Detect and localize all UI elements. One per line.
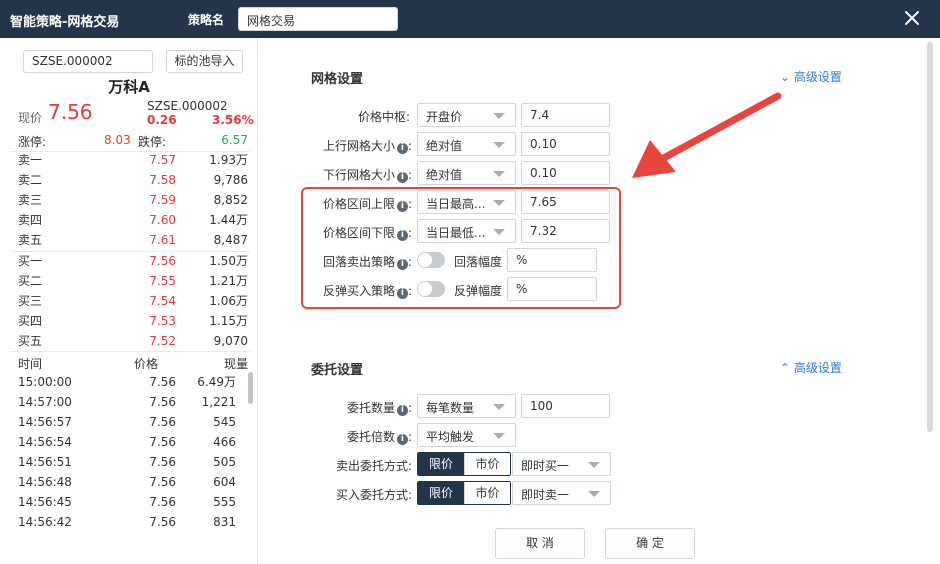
settings-scrollbar[interactable] xyxy=(927,42,933,432)
down-grid-size-select[interactable]: 绝对值 xyxy=(417,161,516,185)
bid-list: 买一 7.56 1.50万 买二 7.55 1.21万 买三 7.54 1.06万 买四 7.… xyxy=(18,251,250,351)
quote-panel: SZSE.000002 标的池导入 万科A 现价 7.56 SZSE.00000… xyxy=(0,38,258,564)
info-icon: i xyxy=(396,172,408,183)
price-change-pct: 3.56% xyxy=(212,113,254,127)
tick-row: 14:56:54 7.56 466 xyxy=(18,435,236,449)
price-center-select[interactable]: 开盘价 xyxy=(417,103,516,127)
limit-up-label: 涨停: xyxy=(18,135,47,149)
order-qty-input[interactable]: 100 xyxy=(521,394,610,418)
stock-name: 万科A xyxy=(108,78,150,96)
chevron-up-icon: ⌃ xyxy=(780,361,791,375)
price-center-input[interactable]: 7.4 xyxy=(521,103,610,127)
price-center-label: 价格中枢: xyxy=(357,110,410,124)
order-settings-title: 委托设置 xyxy=(311,363,364,378)
strategy-name-input[interactable]: 网格交易 xyxy=(238,7,398,31)
confirm-button[interactable]: 确 定 xyxy=(605,528,695,559)
buy-mode-select[interactable]: 即时卖一 xyxy=(512,481,611,505)
grid-settings-title: 网格设置 xyxy=(311,72,364,87)
info-icon: i xyxy=(396,143,408,154)
tick-scrollbar[interactable] xyxy=(248,372,253,404)
price-change: 0.26 xyxy=(147,113,177,127)
down-grid-size-label: 下行网格大小 i: xyxy=(322,168,412,183)
dropdown-arrow-icon xyxy=(493,404,505,410)
dropdown-arrow-icon xyxy=(493,433,505,439)
price-label: 现价 xyxy=(18,111,43,125)
up-grid-size-input[interactable]: 0.10 xyxy=(521,132,610,156)
sell-mode-select[interactable]: 即时买一 xyxy=(512,452,611,476)
limit-down-label: 跌停: xyxy=(138,135,167,149)
bid-row: 买五 7.52 9,070 xyxy=(18,334,248,348)
ask-row: 卖一 7.57 1.93万 xyxy=(18,153,248,167)
order-mult-select[interactable]: 平均触发 xyxy=(417,423,516,447)
up-grid-size-select[interactable]: 绝对值 xyxy=(417,132,516,156)
info-icon: i xyxy=(396,434,408,445)
window-title: 智能策略-网格交易 xyxy=(10,15,120,30)
sell-market-option[interactable]: 市价 xyxy=(464,453,510,475)
stock-code: SZSE.000002 xyxy=(147,99,228,113)
order-advanced-link[interactable]: ⌃ 高级设置 xyxy=(780,359,842,376)
grid-advanced-link[interactable]: ⌄ 高级设置 xyxy=(780,68,842,85)
order-qty-label: 委托数量 i: xyxy=(346,401,412,416)
order-mult-label: 委托倍数 i: xyxy=(346,430,412,445)
bid-row: 买四 7.53 1.15万 xyxy=(18,314,248,328)
pool-import-button[interactable]: 标的池导入 xyxy=(166,50,243,73)
tick-row: 14:56:51 7.56 505 xyxy=(18,455,236,469)
down-grid-size-input[interactable]: 0.10 xyxy=(521,161,610,185)
sell-limit-option[interactable]: 限价 xyxy=(418,453,464,475)
buy-price-type-toggle[interactable]: 限价 市价 xyxy=(417,481,511,505)
ask-list: 卖一 7.57 1.93万 卖二 7.58 9,786 卖三 7.59 8,852 卖四 7.… xyxy=(18,150,250,250)
tick-row: 14:56:45 7.56 555 xyxy=(18,495,236,509)
highlight-box xyxy=(301,187,621,309)
tick-row: 14:56:42 7.56 831 xyxy=(18,515,236,529)
current-price: 7.56 xyxy=(48,100,93,124)
tick-row: 14:57:00 7.56 1,221 xyxy=(18,395,236,409)
buy-market-option[interactable]: 市价 xyxy=(464,482,510,504)
limit-down-value: 6.57 xyxy=(221,133,248,147)
annotation-arrow-icon xyxy=(632,92,782,178)
dropdown-arrow-icon xyxy=(588,491,600,497)
ask-row: 卖二 7.58 9,786 xyxy=(18,173,248,187)
tick-header: 时间 价格 现量 xyxy=(18,357,248,371)
chevron-down-icon: ⌄ xyxy=(780,70,791,84)
ask-row: 卖三 7.59 8,852 xyxy=(18,193,248,207)
stock-code-input[interactable]: SZSE.000002 xyxy=(23,50,153,73)
title-bar: 智能策略-网格交易 策略名 网格交易 xyxy=(0,0,940,38)
tick-list: 15:00:00 7.56 6.49万 14:57:00 7.56 1,221 14:5… xyxy=(18,372,250,532)
dropdown-arrow-icon xyxy=(588,462,600,468)
tick-row: 14:56:48 7.56 604 xyxy=(18,475,236,489)
dropdown-arrow-icon xyxy=(493,142,505,148)
bid-row: 买二 7.55 1.21万 xyxy=(18,274,248,288)
bid-row: 买一 7.56 1.50万 xyxy=(18,254,248,268)
cancel-button[interactable]: 取 消 xyxy=(495,528,585,559)
order-qty-select[interactable]: 每笔数量 xyxy=(417,394,516,418)
up-grid-size-label: 上行网格大小 i: xyxy=(322,139,412,154)
limit-up-value: 8.03 xyxy=(104,133,131,147)
strategy-name-label: 策略名 xyxy=(188,13,225,27)
sell-order-mode-label: 卖出委托方式: xyxy=(335,459,412,473)
info-icon: i xyxy=(396,405,408,416)
tick-row: 14:56:57 7.56 545 xyxy=(18,415,236,429)
buy-order-mode-label: 买入委托方式: xyxy=(335,488,412,502)
ask-row: 卖五 7.61 8,487 xyxy=(18,233,248,247)
tick-row: 15:00:00 7.56 6.49万 xyxy=(18,375,236,389)
bid-row: 买三 7.54 1.06万 xyxy=(18,294,248,308)
close-icon[interactable] xyxy=(902,8,922,28)
sell-price-type-toggle[interactable]: 限价 市价 xyxy=(417,452,511,476)
ask-row: 卖四 7.60 1.44万 xyxy=(18,213,248,227)
dropdown-arrow-icon xyxy=(493,113,505,119)
dropdown-arrow-icon xyxy=(493,171,505,177)
buy-limit-option[interactable]: 限价 xyxy=(418,482,464,504)
